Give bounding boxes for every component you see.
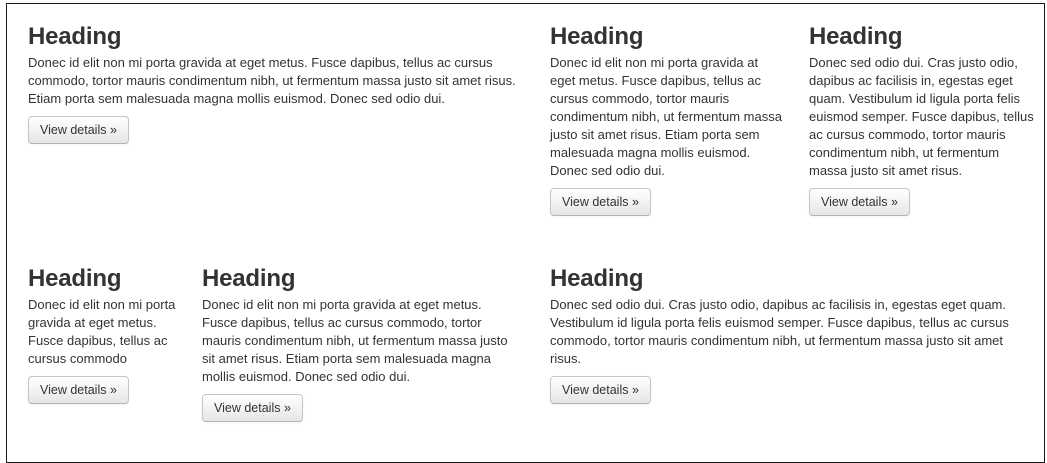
card-heading: Heading <box>550 23 644 50</box>
view-details-button[interactable]: View details » <box>550 376 651 404</box>
card-text: Donec id elit non mi porta gravida at eg… <box>28 297 176 366</box>
card-heading: Heading <box>550 265 644 292</box>
view-details-button[interactable]: View details » <box>28 376 129 404</box>
view-details-button[interactable]: View details » <box>550 188 651 216</box>
card-heading: Heading <box>28 265 122 292</box>
content-card-1: Heading Donec id elit non mi porta gravi… <box>28 24 520 144</box>
card-text: Donec sed odio dui. Cras justo odio, dap… <box>809 55 1034 178</box>
content-card-3: Heading Donec sed odio dui. Cras justo o… <box>809 24 1039 216</box>
card-text: Donec id elit non mi porta gravida at eg… <box>28 55 516 106</box>
view-details-button[interactable]: View details » <box>202 394 303 422</box>
card-heading: Heading <box>202 265 296 292</box>
card-heading: Heading <box>28 23 122 50</box>
content-card-2: Heading Donec id elit non mi porta gravi… <box>550 24 782 216</box>
card-heading: Heading <box>809 23 903 50</box>
content-card-5: Heading Donec id elit non mi porta gravi… <box>202 266 520 422</box>
card-text: Donec id elit non mi porta gravida at eg… <box>202 297 508 384</box>
content-card-4: Heading Donec id elit non mi porta gravi… <box>28 266 178 404</box>
card-text: Donec id elit non mi porta gravida at eg… <box>550 55 782 178</box>
view-details-button[interactable]: View details » <box>28 116 129 144</box>
card-text: Donec sed odio dui. Cras justo odio, dap… <box>550 297 1009 366</box>
content-card-6: Heading Donec sed odio dui. Cras justo o… <box>550 266 1036 404</box>
view-details-button[interactable]: View details » <box>809 188 910 216</box>
